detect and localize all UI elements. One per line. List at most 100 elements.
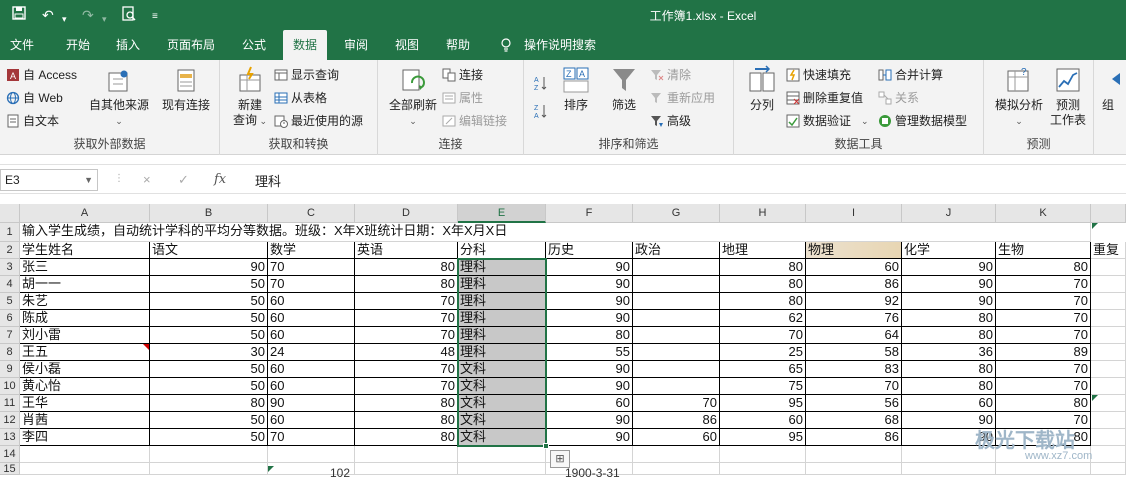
cell[interactable] [20,446,150,463]
score-cell[interactable]: 70 [996,276,1091,293]
score-cell[interactable]: 70 [633,395,720,412]
score-cell[interactable]: 70 [996,293,1091,310]
column-header-d[interactable]: D [355,204,458,223]
score-cell[interactable]: 70 [268,429,355,446]
track-cell[interactable]: 文科 [458,412,546,429]
refresh-all-button[interactable]: 全部刷新 ⌄ [386,65,440,129]
tab-view[interactable]: 视图 [391,30,423,60]
score-cell[interactable]: 60 [720,412,806,429]
new-query-button[interactable]: 新建 查询 ⌄ [228,65,272,129]
score-cell[interactable]: 24 [268,344,355,361]
enter-formula-button[interactable]: ✓ [178,172,189,188]
student-name-cell[interactable]: 王五 [20,344,150,361]
header-cell[interactable]: 政治 [633,242,720,259]
score-cell[interactable]: 90 [546,310,633,327]
name-box-dropdown-icon[interactable]: ▼ [84,170,93,190]
score-cell[interactable]: 64 [806,327,902,344]
score-cell[interactable] [633,361,720,378]
cell[interactable] [1091,361,1126,378]
recent-sources-button[interactable]: 最近使用的源 [274,111,363,131]
score-cell[interactable] [633,276,720,293]
score-cell[interactable]: 50 [150,412,268,429]
score-cell[interactable]: 62 [720,310,806,327]
cell[interactable] [806,446,902,463]
column-header-l[interactable] [1091,204,1126,223]
cell[interactable] [720,446,806,463]
column-header-i[interactable]: I [806,204,902,223]
header-cell[interactable]: 英语 [355,242,458,259]
row-header-7[interactable]: 7 [0,327,20,344]
score-cell[interactable] [633,327,720,344]
student-name-cell[interactable]: 胡一一 [20,276,150,293]
cell[interactable] [1091,276,1126,293]
column-header-a[interactable]: A [20,204,150,223]
track-cell[interactable]: 文科 [458,429,546,446]
column-header-k[interactable]: K [996,204,1091,223]
score-cell[interactable]: 90 [150,259,268,276]
tab-review[interactable]: 审阅 [340,30,372,60]
track-cell[interactable]: 理科 [458,259,546,276]
cell[interactable] [633,446,720,463]
track-cell[interactable]: 理科 [458,293,546,310]
tab-file[interactable]: 文件 [6,30,38,60]
score-cell[interactable]: 70 [996,378,1091,395]
header-cell[interactable]: 语文 [150,242,268,259]
score-cell[interactable]: 80 [720,259,806,276]
row-header-10[interactable]: 10 [0,378,20,395]
track-cell[interactable]: 理科 [458,344,546,361]
score-cell[interactable]: 86 [633,412,720,429]
cell[interactable] [1091,446,1126,463]
score-cell[interactable]: 70 [720,327,806,344]
score-cell[interactable]: 76 [806,310,902,327]
flash-fill-button[interactable]: 快速填充 [786,65,851,85]
cell[interactable] [1091,412,1126,429]
score-cell[interactable]: 75 [720,378,806,395]
score-cell[interactable]: 95 [720,395,806,412]
cancel-formula-button[interactable]: × [143,172,151,187]
sort-button[interactable]: ZA 排序 [558,65,594,113]
cell[interactable] [268,446,355,463]
score-cell[interactable]: 80 [355,395,458,412]
score-cell[interactable]: 60 [546,395,633,412]
cell[interactable] [458,463,546,475]
score-cell[interactable]: 70 [355,378,458,395]
row-header-14[interactable]: 14 [0,446,20,463]
score-cell[interactable]: 80 [355,276,458,293]
student-name-cell[interactable]: 陈成 [20,310,150,327]
header-cell[interactable]: 数学 [268,242,355,259]
score-cell[interactable]: 80 [902,310,996,327]
column-header-g[interactable]: G [633,204,720,223]
score-cell[interactable]: 89 [996,344,1091,361]
score-cell[interactable]: 70 [355,310,458,327]
from-access-button[interactable]: A 自 Access [6,65,77,85]
score-cell[interactable]: 90 [902,276,996,293]
manage-data-model-button[interactable]: 管理数据模型 [878,111,967,131]
header-cell[interactable]: 生物 [996,242,1091,259]
track-cell[interactable]: 文科 [458,378,546,395]
cell[interactable] [1091,310,1126,327]
score-cell[interactable] [633,378,720,395]
header-cell[interactable]: 地理 [720,242,806,259]
track-cell[interactable]: 理科 [458,310,546,327]
score-cell[interactable]: 90 [546,361,633,378]
insert-function-button[interactable]: fx [214,172,226,187]
score-cell[interactable]: 50 [150,293,268,310]
sort-ascending-button[interactable]: AZ [534,72,551,92]
student-name-cell[interactable]: 张三 [20,259,150,276]
score-cell[interactable]: 86 [806,276,902,293]
column-header-c[interactable]: C [268,204,355,223]
score-cell[interactable]: 80 [355,259,458,276]
tab-home[interactable]: 开始 [62,30,94,60]
data-validation-button[interactable]: 数据验证 ⌄ [786,111,869,131]
track-cell[interactable]: 理科 [458,327,546,344]
cell[interactable] [806,463,902,475]
score-cell[interactable]: 86 [806,429,902,446]
cell[interactable] [633,463,720,475]
comment-indicator-icon[interactable] [143,344,149,356]
score-cell[interactable]: 80 [720,293,806,310]
tab-data[interactable]: 数据 [283,30,328,60]
column-header-j[interactable]: J [902,204,996,223]
score-cell[interactable]: 60 [633,429,720,446]
student-name-cell[interactable]: 王华 [20,395,150,412]
score-cell[interactable]: 90 [546,378,633,395]
